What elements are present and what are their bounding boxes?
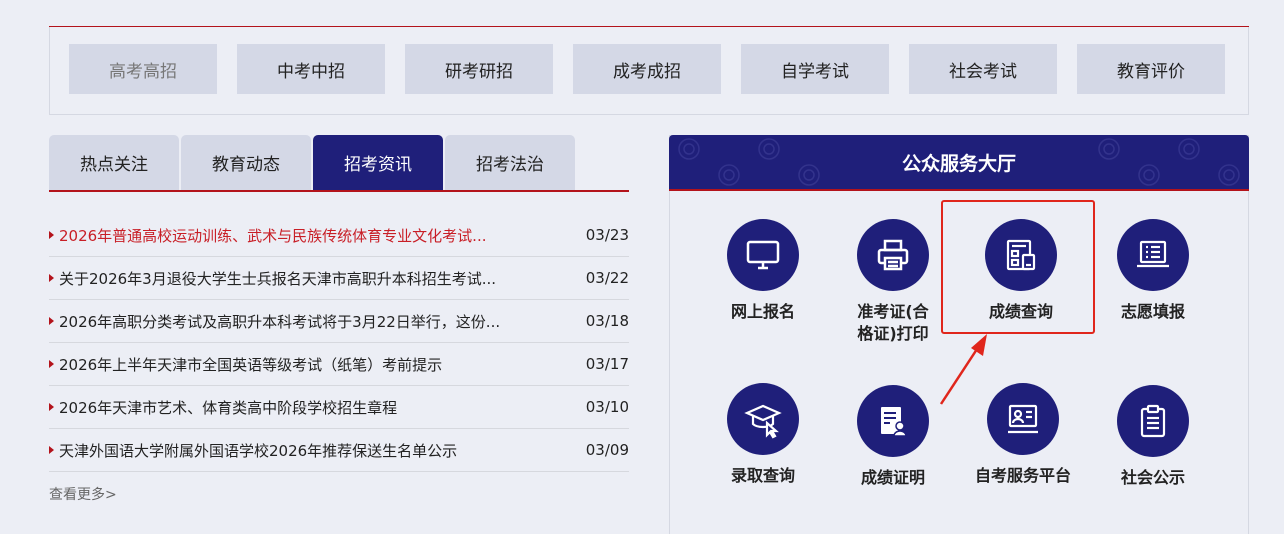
service-label: 准考证(合 格证)打印 [857,301,928,345]
category-pingjia-button[interactable]: 教育评价 [1077,44,1225,94]
application-filling-button[interactable]: 志愿填报 [1088,219,1218,323]
news-date: 03/17 [585,355,629,373]
tab-edu-news[interactable]: 教育动态 [181,135,311,190]
news-date: 03/10 [585,398,629,416]
tab-hot[interactable]: 热点关注 [49,135,179,190]
category-gaokao-button[interactable]: 高考高招 [69,44,217,94]
bullet-icon [49,274,54,282]
service-label: 自考服务平台 [974,466,1071,485]
tab-exam-info[interactable]: 招考资讯 [313,135,443,190]
social-publicity-button[interactable]: 社会公示 [1088,385,1218,489]
news-item[interactable]: 关于2026年3月退役大学生士兵报名天津市高职升本科招生考试... 03/22 [49,257,629,300]
news-title[interactable]: 2026年天津市艺术、体育类高中阶段学校招生章程 [59,397,574,418]
admission-ticket-print-button[interactable]: 准考证(合 格证)打印 [828,219,958,345]
news-date: 03/18 [585,312,629,330]
monitor-icon [727,219,799,291]
bullet-icon [49,231,54,239]
bullet-icon [49,360,54,368]
news-date: 03/09 [585,441,629,459]
service-label: 录取查询 [730,466,795,485]
news-title[interactable]: 关于2026年3月退役大学生士兵报名天津市高职升本科招生考试... [59,268,574,289]
more-link[interactable]: 查看更多> [49,484,117,504]
news-title[interactable]: 2026年高职分类考试及高职升本科考试将于3月22日举行，这份... [59,311,574,332]
news-title[interactable]: 2026年上半年天津市全国英语等级考试（纸笔）考前提示 [59,354,574,375]
bullet-icon [49,403,54,411]
service-hall-underline [669,189,1249,191]
bullet-icon [49,317,54,325]
online-registration-button[interactable]: 网上报名 [698,219,828,323]
category-shehui-button[interactable]: 社会考试 [909,44,1057,94]
tab-exam-law[interactable]: 招考法治 [445,135,575,190]
news-item[interactable]: 2026年高职分类考试及高职升本科考试将于3月22日举行，这份... 03/18 [49,300,629,343]
admission-query-button[interactable]: 录取查询 [698,383,828,487]
service-hall-header: 公众服务大厅 [669,135,1249,190]
service-label: 志愿填报 [1120,302,1185,321]
news-item[interactable]: 2026年上半年天津市全国英语等级考试（纸笔）考前提示 03/17 [49,343,629,386]
service-hall-title: 公众服务大厅 [901,153,1016,175]
highlight-box [941,200,1095,334]
printer-icon [857,219,929,291]
category-zixue-button[interactable]: 自学考试 [741,44,889,94]
clipboard-icon [1117,385,1189,457]
service-label-line: 格证)打印 [857,324,929,343]
category-chengkao-button[interactable]: 成考成招 [573,44,721,94]
bullet-icon [49,446,54,454]
screen-user-icon [987,383,1059,455]
service-label-line: 准考证(合 [857,302,929,321]
laptop-list-icon [1117,219,1189,291]
news-item[interactable]: 天津外国语大学附属外国语学校2026年推荐保送生名单公示 03/09 [49,429,629,472]
service-label: 社会公示 [1120,468,1185,487]
news-title[interactable]: 2026年普通高校运动训练、武术与民族传统体育专业文化考试... [59,225,574,246]
certificate-icon [857,385,929,457]
news-item[interactable]: 2026年天津市艺术、体育类高中阶段学校招生章程 03/10 [49,386,629,429]
service-label: 成绩证明 [860,468,925,487]
graduation-cap-icon [727,383,799,455]
news-date: 03/23 [585,226,629,244]
category-zhongkao-button[interactable]: 中考中招 [237,44,385,94]
tab-underline [49,190,629,192]
news-date: 03/22 [585,269,629,287]
category-yankao-button[interactable]: 研考研招 [405,44,553,94]
news-item[interactable]: 2026年普通高校运动训练、武术与民族传统体育专业文化考试... 03/23 [49,214,629,257]
service-label: 网上报名 [730,302,795,321]
red-arrow-icon [939,334,987,405]
news-title[interactable]: 天津外国语大学附属外国语学校2026年推荐保送生名单公示 [59,440,574,461]
